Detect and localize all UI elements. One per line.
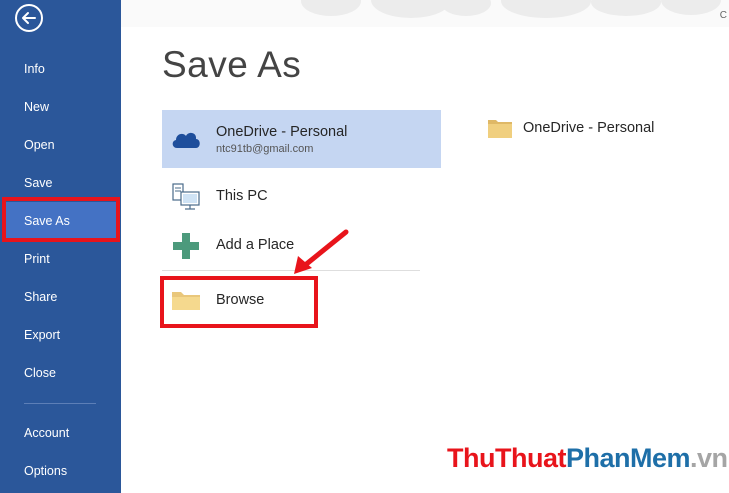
nav-open[interactable]: Open — [0, 126, 121, 164]
header-decoration — [661, 0, 721, 15]
nav-options[interactable]: Options — [0, 452, 121, 490]
watermark-part: Phan — [565, 443, 631, 473]
header-decoration — [441, 0, 491, 16]
recent-folder-name: OneDrive - Personal — [523, 120, 655, 136]
nav-new[interactable]: New — [0, 88, 121, 126]
header-background: C — [121, 0, 729, 27]
header-decoration — [371, 0, 451, 18]
watermark-part: Thu — [447, 443, 495, 473]
location-browse[interactable]: Browse — [162, 276, 441, 324]
annotation-arrow — [294, 229, 349, 274]
nav-share[interactable]: Share — [0, 278, 121, 316]
recent-folders-panel: OneDrive - Personal — [441, 27, 729, 493]
computer-icon — [170, 181, 202, 213]
location-this-pc-text: This PC — [216, 188, 268, 204]
watermark-part: Thuat — [494, 443, 567, 473]
nav-export[interactable]: Export — [0, 316, 121, 354]
nav-info[interactable]: Info — [0, 50, 121, 88]
watermark-part: Mem — [630, 443, 691, 473]
folder-icon — [170, 284, 202, 316]
watermark-part: .vn — [690, 443, 728, 473]
user-account-label[interactable]: C — [720, 10, 727, 21]
cloud-icon — [170, 123, 202, 155]
header-decoration — [501, 0, 591, 18]
nav-close[interactable]: Close — [0, 354, 121, 392]
location-name: Browse — [216, 292, 265, 308]
nav-save[interactable]: Save — [0, 164, 121, 202]
location-add-place-text: Add a Place — [216, 237, 294, 253]
location-name: Add a Place — [216, 237, 295, 253]
header-decoration — [591, 0, 661, 16]
back-arrow-icon — [15, 4, 43, 32]
nav-save-as[interactable]: Save As — [4, 202, 117, 240]
nav-account[interactable]: Account — [0, 414, 121, 452]
location-name: OneDrive - Personal — [216, 124, 348, 140]
location-name: This PC — [216, 188, 268, 204]
header-decoration — [301, 0, 361, 16]
nav-divider — [24, 403, 96, 404]
location-this-pc[interactable]: This PC — [162, 172, 441, 222]
page-title: Save As — [162, 44, 302, 85]
location-onedrive-text: OneDrive - Personal ntc91tb@gmail.com — [216, 124, 347, 155]
location-onedrive[interactable]: OneDrive - Personal ntc91tb@gmail.com — [162, 110, 441, 168]
folder-icon — [488, 120, 512, 138]
back-button[interactable] — [3, 0, 55, 36]
plus-icon — [170, 230, 202, 262]
recent-folder-onedrive[interactable]: OneDrive - Personal — [487, 117, 654, 139]
nav-print[interactable]: Print — [0, 240, 121, 278]
location-account-email: ntc91tb@gmail.com — [216, 143, 314, 155]
watermark: ThuThuatPhanMem.vn — [447, 443, 728, 474]
location-browse-text: Browse — [216, 292, 264, 308]
backstage-sidebar: Info New Open Save Save As Print Share E… — [0, 0, 121, 493]
